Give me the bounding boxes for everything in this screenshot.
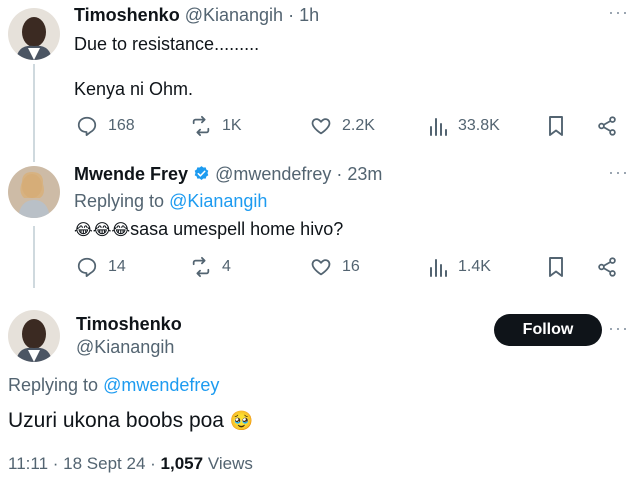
views-label: Views [207,454,253,473]
views-count: 1,057 [160,454,204,473]
reply-count: 14 [108,258,126,275]
tweet-time[interactable]: 11:11 [8,454,48,473]
reply-count: 168 [108,117,135,134]
repost-icon [192,115,210,137]
reply-icon [77,257,97,278]
reply-button[interactable]: 14 [76,252,126,282]
tweet-meta: 11:11 · 18 Sept 24 · 1,057 Views [8,454,253,473]
heart-icon [311,118,331,135]
tweet-text: Uzuri ukona boobs poa 🥹 [8,409,254,433]
tweet-text-line: Due to resistance......... [74,34,260,54]
display-name[interactable]: Timoshenko [74,5,180,25]
follow-button[interactable]: Follow [494,314,602,346]
repost-count: 1K [222,117,242,134]
share-button[interactable] [596,111,618,141]
replying-to: Replying to @mwendefrey [8,375,219,396]
verified-badge-icon [194,166,209,180]
replying-to: Replying to @Kianangih [74,191,267,212]
tweet-text-content: Uzuri ukona boobs poa [8,409,224,432]
timestamp[interactable]: · 23m [336,164,382,184]
action-bar: 168 1K 2.2K 33.8K [0,111,636,141]
tweet-header: Mwende Frey @mwendefrey · 23m [74,164,382,185]
like-button[interactable]: 16 [310,252,360,282]
views-icon [430,259,447,277]
repost-icon [192,256,210,278]
bookmark-icon [549,116,563,136]
more-icon[interactable]: ··· [608,162,629,183]
tweet-text-content: sasa umespell home hivo? [130,219,344,239]
replying-prefix: Replying to [74,191,165,211]
replying-to-link[interactable]: @mwendefrey [103,375,219,395]
tweet-header: Timoshenko @Kianangih · 1h [74,5,319,26]
emoji: 🥹 [229,410,254,432]
timestamp[interactable]: · 1h [288,5,319,25]
share-icon [598,116,616,136]
bookmark-button[interactable] [546,111,566,141]
like-count: 2.2K [342,117,375,134]
heart-icon [311,259,331,276]
reply-icon [77,116,97,137]
bookmark-icon [549,257,563,277]
more-icon[interactable]: ··· [608,2,629,23]
bookmark-button[interactable] [546,252,566,282]
handle[interactable]: @Kianangih [76,337,174,358]
handle[interactable]: @mwendefrey [215,164,331,184]
repost-button[interactable]: 1K [190,111,242,141]
tweet-text-line: Kenya ni Ohm. [74,79,194,99]
avatar[interactable] [8,166,60,218]
reply-button[interactable]: 168 [76,111,135,141]
display-name[interactable]: Timoshenko [76,314,182,335]
emoji: 😂😂😂 [74,220,131,239]
action-bar: 14 4 16 1.4K [0,252,636,282]
like-count: 16 [342,258,360,275]
handle[interactable]: @Kianangih [185,5,283,25]
like-button[interactable]: 2.2K [310,111,375,141]
repost-count: 4 [222,258,231,275]
views-count: 1.4K [458,258,491,275]
tweet-original[interactable]: Timoshenko @Kianangih · 1h ··· Due to re… [0,0,636,162]
more-icon[interactable]: ··· [608,318,629,339]
display-name[interactable]: Mwende Frey [74,164,188,184]
views-button[interactable]: 33.8K [428,111,500,141]
tweet-reply[interactable]: Mwende Frey @mwendefrey · 23m ··· Replyi… [0,150,636,290]
share-button[interactable] [596,252,618,282]
views-count: 33.8K [458,117,500,134]
views-button[interactable]: 1.4K [428,252,491,282]
tweet-date[interactable]: 18 Sept 24 [63,454,145,473]
replying-to-link[interactable]: @Kianangih [169,191,267,211]
tweet-text: 😂😂😂sasa umespell home hivo? [74,219,343,240]
avatar[interactable] [8,310,60,362]
share-icon [598,257,616,277]
views-icon [430,118,447,136]
replying-prefix: Replying to [8,375,99,395]
avatar[interactable] [8,8,60,60]
repost-button[interactable]: 4 [190,252,231,282]
